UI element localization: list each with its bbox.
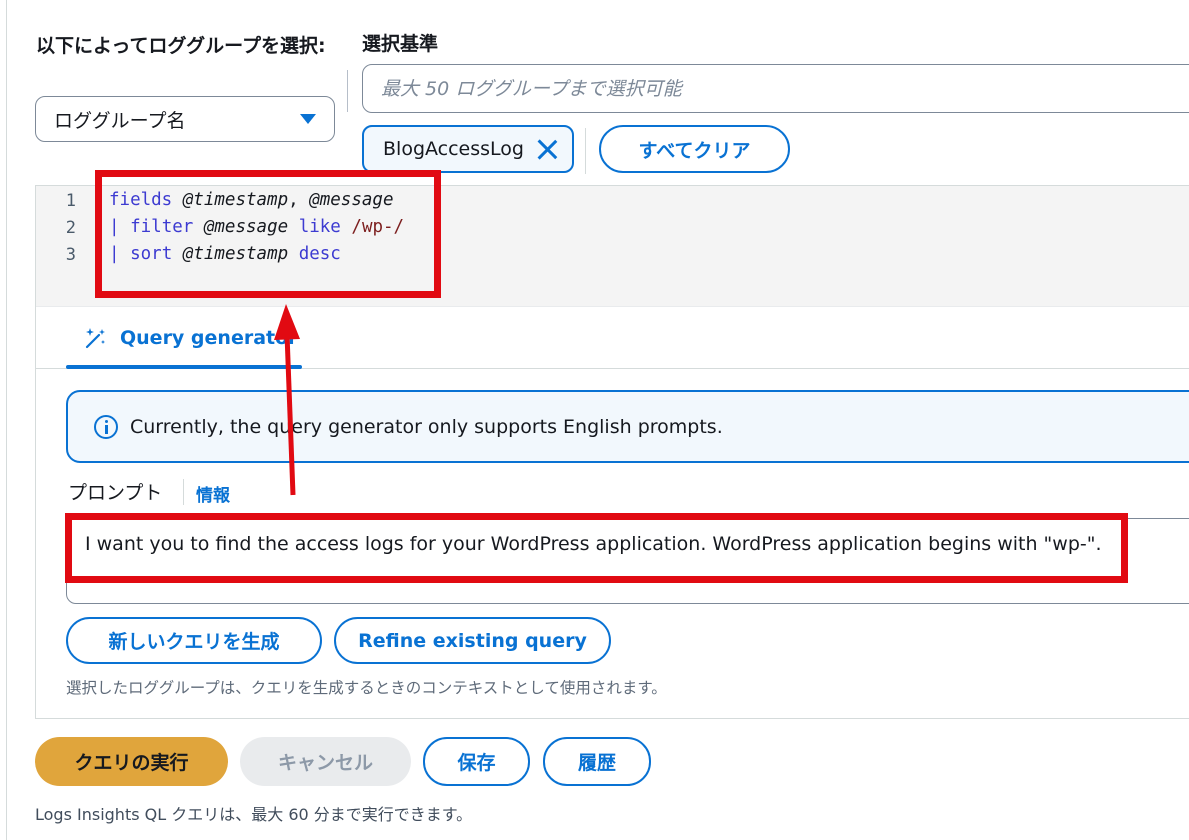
log-group-token: BlogAccessLog [362,125,574,173]
log-group-selection-label: 以下によってロググループを選択: [36,35,326,57]
remove-token-icon[interactable] [536,138,558,160]
info-icon [94,414,118,439]
annotation-box-query [95,170,441,298]
magic-wand-icon [85,328,105,349]
line-number: 3 [65,245,76,265]
criteria-label: 選択基準 [362,33,439,55]
generate-new-query-button[interactable]: 新しいクエリを生成 [66,617,322,664]
annotation-arrow [274,304,300,496]
log-group-mode-dropdown[interactable]: ロググループ名 [35,96,335,142]
page-border [6,0,7,840]
save-button[interactable]: 保存 [423,737,530,786]
context-hint: 選択したロググループは、クエリを生成するときのコンテキストとして使用されます。 [66,679,667,697]
divider [585,128,586,174]
run-query-button[interactable]: クエリの実行 [35,737,228,786]
prompt-label: プロンプト [68,482,163,504]
line-number: 1 [65,191,76,211]
info-alert: Currently, the query generator only supp… [66,390,1189,463]
token-label: BlogAccessLog [383,138,524,160]
history-button[interactable]: 履歴 [543,737,651,786]
caret-down-icon [300,114,316,124]
line-number: 2 [65,218,76,238]
line-number-gutter: 1 2 3 [36,186,96,307]
alert-text: Currently, the query generator only supp… [130,415,723,438]
query-time-limit-note: Logs Insights QL クエリは、最大 60 分まで実行できます。 [35,805,473,824]
log-group-search-input[interactable] [362,64,1189,113]
refine-query-button[interactable]: Refine existing query [334,617,611,664]
divider [183,479,184,505]
divider [347,70,348,112]
cancel-button: キャンセル [240,737,411,786]
annotation-box-prompt [65,513,1128,583]
clear-all-button[interactable]: すべてクリア [599,125,790,173]
dropdown-value: ロググループ名 [54,109,186,132]
info-link[interactable]: 情報 [196,481,230,506]
